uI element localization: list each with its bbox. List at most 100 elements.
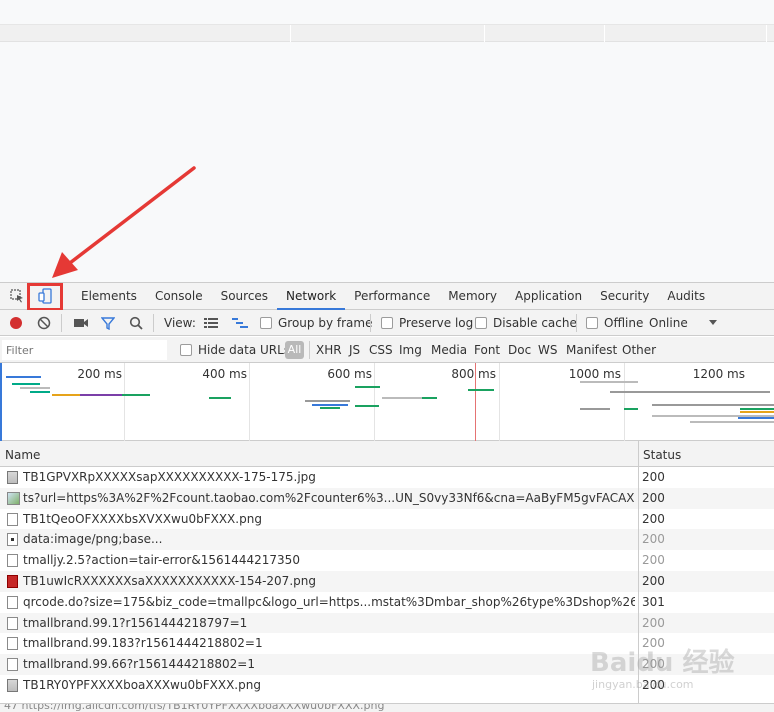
request-status: 200 xyxy=(642,532,665,547)
hide-data-urls-checkbox[interactable]: Hide data URLs xyxy=(180,337,290,363)
request-name: TB1GPVXRpXXXXXsapXXXXXXXXXX-175-175.jpg xyxy=(23,470,316,484)
preserve-log-checkbox[interactable]: Preserve log xyxy=(381,310,473,336)
tab-network[interactable]: Network xyxy=(277,283,346,310)
filter-css[interactable]: CSS xyxy=(369,337,393,363)
table-row[interactable]: tmallbrand.99.1?r1561444218797=1 200 xyxy=(0,612,774,634)
document-file-icon xyxy=(7,554,18,568)
document-file-icon xyxy=(7,616,18,630)
request-status: 200 xyxy=(642,490,665,505)
disable-cache-checkbox[interactable]: Disable cache xyxy=(475,310,577,336)
throttling-value: Online xyxy=(649,316,688,330)
filter-other[interactable]: Other xyxy=(622,337,656,363)
inspect-element-icon[interactable] xyxy=(8,287,26,305)
group-by-frame-label: Group by frame xyxy=(278,316,373,330)
tick-label-200ms: 200 ms xyxy=(77,367,122,381)
filter-icon[interactable] xyxy=(101,310,115,336)
request-status: 200 xyxy=(642,470,665,484)
table-row[interactable]: tmalljy.2.5?action=tair-error&1561444217… xyxy=(0,550,774,571)
filter-xhr[interactable]: XHR xyxy=(316,337,342,363)
request-table-header: Name Status xyxy=(0,441,774,467)
request-name: qrcode.do?size=175&biz_code=tmallpc&logo… xyxy=(23,594,635,609)
tab-audits[interactable]: Audits xyxy=(658,283,714,310)
network-overview-timeline[interactable]: 200 ms 400 ms 600 ms 800 ms 1000 ms 1200… xyxy=(0,363,774,441)
tab-elements[interactable]: Elements xyxy=(72,283,146,310)
tab-performance[interactable]: Performance xyxy=(345,283,439,310)
group-by-frame-checkbox[interactable]: Group by frame xyxy=(260,310,372,336)
throttling-select[interactable]: Online xyxy=(649,310,688,336)
view-label: View: xyxy=(164,316,196,330)
status-bar-text: 47 https://img.alicdn.com/tfs/TB1RY0YPFX… xyxy=(4,703,385,712)
request-name: TB1tQeoOFXXXXbsXVXXwu0bFXXX.png xyxy=(23,511,262,526)
search-icon[interactable] xyxy=(129,310,143,336)
devtools-tabbar: Elements Console Sources Network Perform… xyxy=(0,282,774,311)
request-name: tmalljy.2.5?action=tair-error&1561444217… xyxy=(23,553,300,568)
clear-icon[interactable] xyxy=(37,310,51,336)
document-file-icon xyxy=(7,595,18,609)
page-header-bar xyxy=(0,25,774,42)
request-name: ts?url=https%3A%2F%2Fcount.taobao.com%2F… xyxy=(23,490,635,505)
offline-checkbox[interactable]: Offline xyxy=(586,310,643,336)
image-file-icon xyxy=(7,471,18,484)
status-column-header[interactable]: Status xyxy=(638,441,681,467)
tab-console[interactable]: Console xyxy=(146,283,212,310)
document-file-icon xyxy=(7,512,18,526)
filter-font[interactable]: Font xyxy=(474,337,500,363)
load-event-marker xyxy=(475,363,476,441)
table-row[interactable]: TB1uwIcRXXXXXXsaXXXXXXXXXXX-154-207.png … xyxy=(0,570,774,592)
table-row[interactable]: data:image/png;base... 200 xyxy=(0,529,774,551)
record-button[interactable] xyxy=(9,310,23,336)
request-status: 200 xyxy=(642,511,665,526)
waterfall-view-icon[interactable] xyxy=(232,310,248,336)
preserve-log-label: Preserve log xyxy=(399,316,474,330)
tick-label-400ms: 400 ms xyxy=(202,367,247,381)
picture-file-icon xyxy=(7,491,20,505)
tick-label-600ms: 600 ms xyxy=(327,367,372,381)
filter-all-button[interactable]: All xyxy=(285,341,304,359)
filter-input[interactable] xyxy=(2,340,167,360)
request-name: tmallbrand.99.183?r1561444218802=1 xyxy=(23,636,263,651)
tab-memory[interactable]: Memory xyxy=(439,283,506,310)
page-viewport xyxy=(0,0,774,282)
request-name: tmallbrand.99.66?r1561444218802=1 xyxy=(23,657,255,672)
offline-label: Offline xyxy=(604,316,644,330)
tick-label-1200ms: 1200 ms xyxy=(692,367,745,381)
table-row[interactable]: ts?url=https%3A%2F%2Fcount.taobao.com%2F… xyxy=(0,487,774,509)
filter-js[interactable]: JS xyxy=(349,337,360,363)
filter-ws[interactable]: WS xyxy=(538,337,557,363)
tick-label-1000ms: 1000 ms xyxy=(568,367,621,381)
tick-label-800ms: 800 ms xyxy=(451,367,496,381)
overview-window-handle[interactable] xyxy=(0,363,2,441)
network-toolbar: View: Group by frame Preserve log Disabl… xyxy=(0,310,774,336)
device-toggle-icon[interactable] xyxy=(36,287,54,305)
request-name: data:image/png;base... xyxy=(23,532,163,547)
document-file-icon xyxy=(7,637,18,651)
request-status: 200 xyxy=(642,615,665,630)
data-file-icon xyxy=(7,533,18,547)
red-image-file-icon xyxy=(7,574,18,588)
request-name: tmallbrand.99.1?r1561444218797=1 xyxy=(23,615,248,630)
name-column-header[interactable]: Name xyxy=(0,441,40,467)
tab-security[interactable]: Security xyxy=(591,283,658,310)
large-rows-icon[interactable] xyxy=(204,310,218,336)
video-camera-icon[interactable] xyxy=(73,310,89,336)
hide-data-urls-label: Hide data URLs xyxy=(198,343,291,357)
request-status: 200 xyxy=(642,553,665,568)
table-row[interactable]: TB1tQeoOFXXXXbsXVXXwu0bFXXX.png 200 xyxy=(0,509,774,530)
filter-media[interactable]: Media xyxy=(431,337,467,363)
disable-cache-label: Disable cache xyxy=(493,316,577,330)
devtools-tabs: Elements Console Sources Network Perform… xyxy=(72,283,714,310)
watermark-url: jingyan.baidu.com xyxy=(592,678,694,691)
tab-sources[interactable]: Sources xyxy=(212,283,277,310)
chevron-down-icon[interactable] xyxy=(708,310,718,336)
filter-bar: Hide data URLs All XHR JS CSS Img Media … xyxy=(0,337,774,363)
image-file-icon xyxy=(7,678,18,692)
tab-application[interactable]: Application xyxy=(506,283,591,310)
filter-doc[interactable]: Doc xyxy=(508,337,531,363)
table-row[interactable]: TB1GPVXRpXXXXXsapXXXXXXXXXX-175-175.jpg … xyxy=(0,467,774,488)
table-row[interactable]: qrcode.do?size=175&biz_code=tmallpc&logo… xyxy=(0,592,774,613)
request-status: 200 xyxy=(642,573,665,588)
filter-img[interactable]: Img xyxy=(399,337,422,363)
status-bar: 47 https://img.alicdn.com/tfs/TB1RY0YPFX… xyxy=(0,703,774,712)
request-name: TB1uwIcRXXXXXXsaXXXXXXXXXXX-154-207.png xyxy=(23,573,316,588)
filter-manifest[interactable]: Manifest xyxy=(566,337,617,363)
